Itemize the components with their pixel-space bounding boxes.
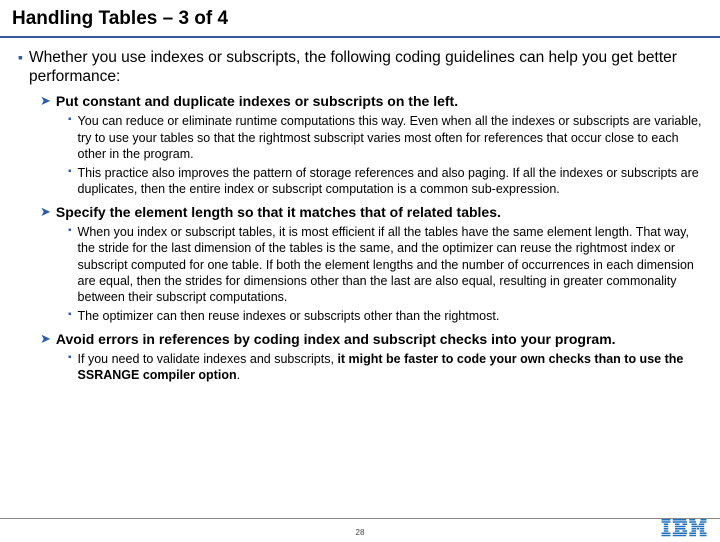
page-title: Handling Tables – 3 of 4 xyxy=(12,8,708,30)
list-item-text: You can reduce or eliminate runtime comp… xyxy=(78,113,702,162)
page-number: 28 xyxy=(356,528,365,537)
square-bullet-icon: ▪ xyxy=(68,224,72,305)
arrow-icon: ➤ xyxy=(40,93,51,111)
arrow-icon: ➤ xyxy=(40,331,51,349)
list-item-text: The optimizer can then reuse indexes or … xyxy=(78,308,500,324)
footer: 28 xyxy=(0,518,720,540)
intro-item: ▪ Whether you use indexes or subscripts,… xyxy=(18,48,702,87)
section-heading-2: ➤ Specify the element length so that it … xyxy=(40,204,702,222)
intro-text: Whether you use indexes or subscripts, t… xyxy=(29,48,702,87)
list-item: ▪ If you need to validate indexes and su… xyxy=(68,351,702,384)
list-item: ▪ This practice also improves the patter… xyxy=(68,165,702,198)
square-bullet-icon: ▪ xyxy=(68,308,72,324)
list-item-text: If you need to validate indexes and subs… xyxy=(78,351,702,384)
square-bullet-icon: ▪ xyxy=(68,165,72,198)
section-heading-3: ➤ Avoid errors in references by coding i… xyxy=(40,331,702,349)
list-item: ▪ When you index or subscript tables, it… xyxy=(68,224,702,305)
list-item: ▪ The optimizer can then reuse indexes o… xyxy=(68,308,702,324)
section-heading-text: Avoid errors in references by coding ind… xyxy=(56,331,616,349)
ibm-logo xyxy=(660,519,708,537)
section-heading-1: ➤ Put constant and duplicate indexes or … xyxy=(40,93,702,111)
arrow-icon: ➤ xyxy=(40,204,51,222)
square-bullet-icon: ▪ xyxy=(68,351,72,384)
title-bar: Handling Tables – 3 of 4 xyxy=(0,0,720,38)
square-bullet-icon: ▪ xyxy=(18,48,23,87)
list-item-text: This practice also improves the pattern … xyxy=(78,165,702,198)
section-heading-text: Put constant and duplicate indexes or su… xyxy=(56,93,458,111)
list-item: ▪ You can reduce or eliminate runtime co… xyxy=(68,113,702,162)
square-bullet-icon: ▪ xyxy=(68,113,72,162)
content-area: ▪ Whether you use indexes or subscripts,… xyxy=(0,38,720,384)
section-heading-text: Specify the element length so that it ma… xyxy=(56,204,501,222)
list-item-text: When you index or subscript tables, it i… xyxy=(78,224,702,305)
